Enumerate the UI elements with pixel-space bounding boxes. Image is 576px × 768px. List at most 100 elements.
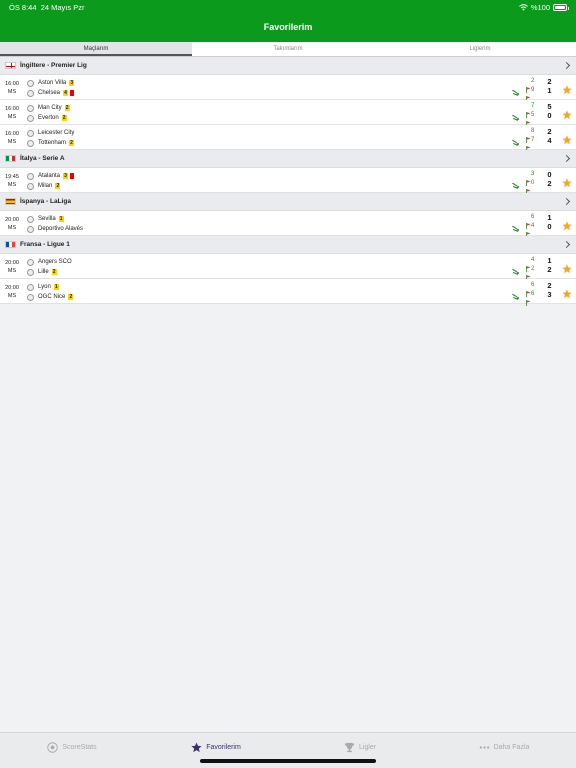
corner-count: 7 xyxy=(531,103,535,109)
match-time: 19:45 MS xyxy=(2,173,22,189)
chevron-right-icon xyxy=(562,197,571,206)
yellow-card-count: 3 xyxy=(69,80,75,86)
match-row[interactable]: 20:00 MS Angers SCO Lille 2 4 1 2 2 xyxy=(0,254,576,281)
corner-count: 2 xyxy=(531,78,535,84)
league-header[interactable]: İspanya - LaLiga xyxy=(0,193,576,211)
corner-count: 6 xyxy=(531,282,535,288)
bottom-tab-favorites[interactable]: Favorilerim xyxy=(144,733,288,761)
tab-teams[interactable]: Takımlarım xyxy=(192,42,384,56)
star-icon xyxy=(191,741,202,752)
status-time: ÖS 8:44 xyxy=(9,3,37,12)
team-logo-icon xyxy=(27,293,34,301)
more-dots-icon xyxy=(479,745,489,749)
league-name: İspanya - LaLiga xyxy=(20,198,71,205)
yellow-card-count: 2 xyxy=(69,140,75,146)
away-team: Lille 2 xyxy=(27,267,57,277)
league-header[interactable]: Fransa - Ligue 1 xyxy=(0,236,576,254)
team-name: Angers SCO xyxy=(38,259,72,265)
home-team: Aston Villa 3 xyxy=(27,78,75,88)
team-name: Milan xyxy=(38,183,53,189)
yellow-card-count: 2 xyxy=(51,269,57,275)
yellow-card-count: 2 xyxy=(61,115,67,121)
match-status: MS xyxy=(7,182,17,188)
favorite-star-icon[interactable] xyxy=(562,286,572,299)
away-team: Milan 2 xyxy=(27,181,61,191)
team-name: Lyon xyxy=(38,284,51,290)
yellow-card-count: 3 xyxy=(63,173,69,179)
match-row[interactable]: 16:00 MS Leicester City Tottenham 2 8 2 7 4 xyxy=(0,125,576,152)
match-status: MS xyxy=(7,268,17,274)
away-score: 2 xyxy=(547,179,552,188)
team-name: Man City xyxy=(38,105,62,111)
away-team: Tottenham 2 xyxy=(27,138,75,148)
yellow-card-count: 1 xyxy=(58,216,64,222)
team-logo-icon xyxy=(27,215,34,223)
tab-bar: Maçlarım Takımlarım Liglerim xyxy=(0,42,576,57)
match-row[interactable]: 16:00 MS Man City 2 Everton 2 7 5 5 0 xyxy=(0,100,576,127)
bottom-tab-more[interactable]: Daha Fazla xyxy=(432,733,576,761)
yellow-card-count: 2 xyxy=(64,105,70,111)
bottom-tab-label: Daha Fazla xyxy=(493,743,530,751)
favorite-star-icon[interactable] xyxy=(562,218,572,231)
corner-count: 6 xyxy=(531,214,535,220)
spain-flag-icon xyxy=(5,198,16,205)
league-header[interactable]: İtalya - Serie A xyxy=(0,150,576,168)
bottom-tab-scorestats[interactable]: ScoreStats xyxy=(0,733,144,761)
bottom-tab-label: Favorilerim xyxy=(206,743,241,751)
yellow-card-count: 4 xyxy=(63,90,69,96)
home-score: 2 xyxy=(547,281,552,290)
kickoff-time: 16:00 xyxy=(5,106,19,112)
whistle-icon xyxy=(512,176,520,189)
match-time: 20:00 MS xyxy=(2,216,22,232)
favorite-star-icon[interactable] xyxy=(562,175,572,188)
home-score: 2 xyxy=(547,77,552,86)
home-score: 0 xyxy=(547,170,552,179)
battery-icon xyxy=(553,4,569,11)
match-time: 20:00 MS xyxy=(2,259,22,275)
corner-count: 6 xyxy=(531,291,535,297)
kickoff-time: 19:45 xyxy=(5,174,19,180)
match-status: MS xyxy=(7,89,17,95)
tab-matches[interactable]: Maçlarım xyxy=(0,42,192,56)
league-header[interactable]: İngiltere - Premier Lig xyxy=(0,57,576,75)
match-time: 20:00 MS xyxy=(2,284,22,300)
tab-leagues[interactable]: Liglerim xyxy=(384,42,576,56)
chevron-right-icon xyxy=(562,240,571,249)
chevron-right-icon xyxy=(562,61,571,70)
italy-flag-icon xyxy=(5,155,16,162)
corner-count: 7 xyxy=(531,137,535,143)
home-team: Atalanta 3 xyxy=(27,171,75,181)
match-time: 16:00 MS xyxy=(2,105,22,121)
france-flag-icon xyxy=(5,241,16,248)
away-team: OGC Nice 2 xyxy=(27,292,74,302)
yellow-card-count: 2 xyxy=(55,183,61,189)
team-name: Tottenham xyxy=(38,140,67,146)
corner-count: 3 xyxy=(531,171,535,177)
bottom-tab-label: Ligler xyxy=(358,743,377,751)
match-time: 16:00 MS xyxy=(2,80,22,96)
whistle-icon xyxy=(512,262,520,275)
team-logo-icon xyxy=(27,258,34,266)
whistle-icon xyxy=(512,108,520,121)
status-bar: ÖS 8:44 24 Mayıs Pzr %100 xyxy=(0,0,576,14)
away-team: Deportivo Alavés xyxy=(27,224,83,234)
match-row[interactable]: 20:00 MS Sevilla 1 Deportivo Alavés 6 1 4 0 xyxy=(0,211,576,238)
team-name: OGC Nice xyxy=(38,294,66,300)
away-team: Everton 2 xyxy=(27,113,67,123)
match-row[interactable]: 20:00 MS Lyon 1 OGC Nice 2 6 2 6 3 xyxy=(0,279,576,306)
match-row[interactable]: 19:45 MS Atalanta 3 Milan 2 3 0 0 2 xyxy=(0,168,576,195)
favorite-star-icon[interactable] xyxy=(562,261,572,274)
team-logo-icon xyxy=(27,104,34,112)
bottom-tab-leagues[interactable]: Ligler xyxy=(288,733,432,761)
whistle-icon xyxy=(512,83,520,96)
favorite-star-icon[interactable] xyxy=(562,82,572,95)
match-row[interactable]: 16:00 MS Aston Villa 3 Chelsea 4 2 2 9 1 xyxy=(0,75,576,102)
favorite-star-icon[interactable] xyxy=(562,107,572,120)
team-logo-icon xyxy=(27,268,34,276)
team-name: Chelsea xyxy=(38,90,61,96)
favorite-star-icon[interactable] xyxy=(562,132,572,145)
kickoff-time: 16:00 xyxy=(5,81,19,87)
league-name: İngiltere - Premier Lig xyxy=(20,62,87,69)
match-status: MS xyxy=(7,114,17,120)
home-indicator xyxy=(200,759,376,763)
